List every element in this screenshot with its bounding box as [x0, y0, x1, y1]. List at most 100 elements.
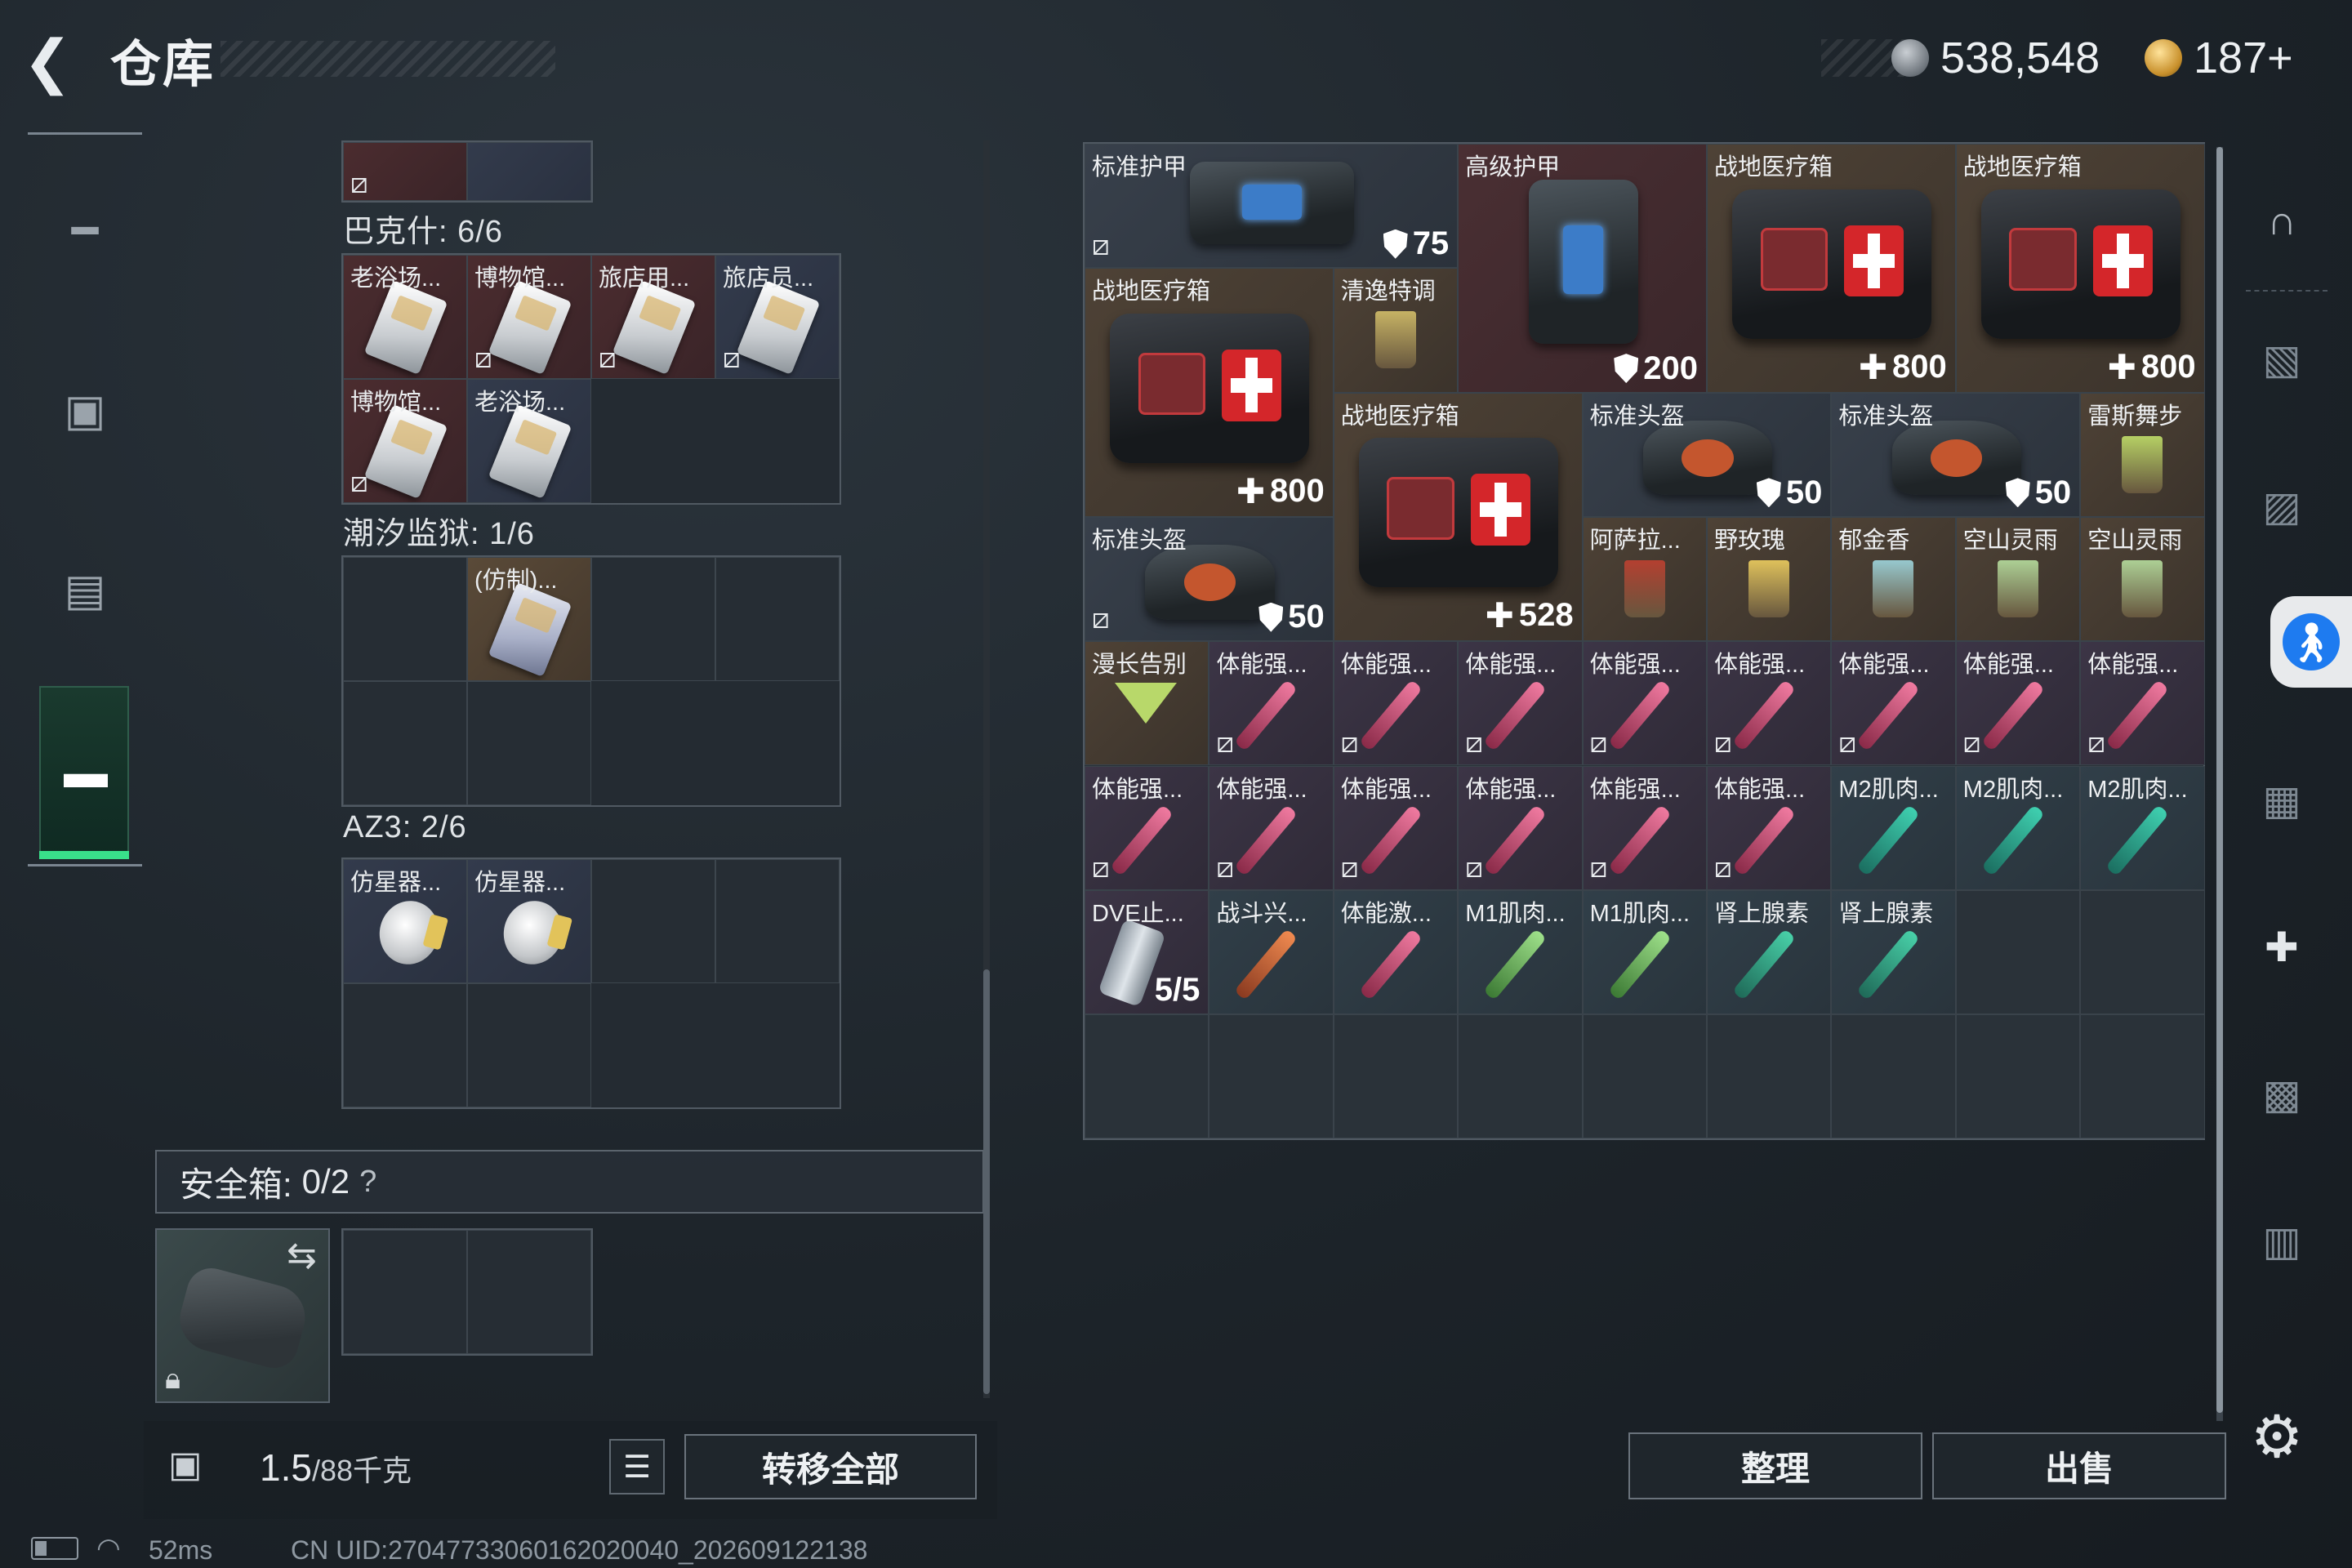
gold-coin-icon [2145, 39, 2182, 77]
empty-slot[interactable] [591, 859, 715, 983]
empty-slot[interactable] [1955, 1014, 2081, 1139]
item-syringe[interactable]: M1肌肉... [1582, 889, 1707, 1015]
item-drink[interactable]: 漫长告别 [1085, 641, 1209, 766]
empty-slot[interactable] [2080, 1014, 2205, 1139]
item-syringe[interactable]: M1肌肉... [1458, 889, 1583, 1015]
nav-weapon[interactable]: ━ [52, 198, 118, 263]
weapon-case-icon[interactable]: ▨ [2241, 466, 2323, 547]
transfer-all-button[interactable]: 转移全部 [684, 1434, 977, 1499]
item-slot[interactable]: 仿星器... [343, 859, 467, 983]
item-standard-helmet[interactable]: 50 标准头盔 [1582, 392, 1832, 517]
item-drink[interactable]: 清逸特调 [1333, 268, 1459, 393]
swap-icon[interactable]: ⇆ [287, 1235, 317, 1276]
item-syringe[interactable]: 体能强... ⧄ [1707, 641, 1832, 766]
backpack-scroll-thumb[interactable] [983, 969, 990, 1394]
accessibility-button[interactable]: 🚶︎ [2270, 596, 2352, 688]
sort-button[interactable]: 整理 [1628, 1432, 1922, 1499]
item-drink[interactable]: 野玫瑰 [1707, 516, 1832, 642]
item-drink[interactable]: 空山灵雨 [2080, 516, 2205, 642]
empty-slot[interactable] [591, 557, 715, 681]
item-syringe[interactable]: 体能强... ⧄ [1458, 765, 1583, 890]
item-slot[interactable]: 仿星器... [467, 859, 591, 983]
item-drink[interactable]: 郁金香 [1831, 516, 1956, 642]
item-syringe[interactable]: 体能激... [1333, 889, 1459, 1015]
item-syringe[interactable]: 体能强... ⧄ [1333, 765, 1459, 890]
item-standard-helmet[interactable]: 50 标准头盔 [1831, 392, 2081, 517]
item-drink[interactable]: 空山灵雨 [1955, 516, 2081, 642]
safe-box-help-button[interactable]: ? [359, 1165, 376, 1200]
item-standard-helmet[interactable]: 50 标准头盔 ⧄ [1085, 516, 1334, 642]
item-standard-armor[interactable]: 75 标准护甲 ⧄ [1085, 144, 1459, 269]
empty-slot[interactable] [1085, 1014, 1209, 1139]
item-syringe[interactable]: 体能强... ⧄ [1333, 641, 1459, 766]
helmet-icon[interactable]: ∩ [2241, 180, 2323, 261]
item-painkiller[interactable]: 5/5 DVE止... [1085, 889, 1209, 1015]
item-syringe[interactable]: 体能强... ⧄ [1582, 641, 1707, 766]
empty-slot[interactable] [467, 681, 591, 805]
item-slot[interactable]: (仿制)... [467, 557, 591, 681]
item-slot[interactable]: 老浴场... [343, 255, 467, 379]
empty-slot[interactable] [467, 1230, 591, 1354]
item-slot[interactable]: 老浴场... [467, 379, 591, 503]
item-syringe[interactable]: 体能强... ⧄ [1085, 765, 1209, 890]
settings-button[interactable]: ⚙ [2244, 1405, 2310, 1470]
item-field-medkit[interactable]: ✚ 800 战地医疗箱 [1955, 144, 2205, 393]
item-advanced-armor[interactable]: 200 高级护甲 [1458, 144, 1707, 393]
currency-gold[interactable]: 187+ [2145, 29, 2293, 87]
nav-toolbox[interactable]: ▬ [39, 686, 129, 858]
item-syringe[interactable]: 体能强... ⧄ [1209, 641, 1334, 766]
empty-slot[interactable] [715, 859, 840, 983]
item-slot[interactable]: 旅店用... ⧄ [591, 255, 715, 379]
nav-vest[interactable]: ▤ [52, 557, 118, 622]
misc-case-icon[interactable]: ▥ [2241, 1200, 2323, 1282]
item-syringe[interactable]: 肾上腺素 [1831, 889, 1956, 1015]
empty-slot[interactable] [1582, 1014, 1707, 1139]
item-syringe[interactable]: 体能强... ⧄ [1955, 641, 2081, 766]
item-slot[interactable]: ⧄ [343, 142, 467, 201]
safe-box-container[interactable]: ⇆ 🔒︎ [155, 1228, 330, 1403]
empty-slot[interactable] [1831, 1014, 1956, 1139]
item-slot[interactable] [467, 142, 591, 201]
key-case-icon[interactable]: ▩ [2241, 1054, 2323, 1135]
item-syringe[interactable]: 体能强... ⧄ [1707, 765, 1832, 890]
item-slot[interactable]: 博物馆... ⧄ [343, 379, 467, 503]
empty-slot[interactable] [467, 983, 591, 1107]
item-syringe[interactable]: 体能强... ⧄ [1582, 765, 1707, 890]
empty-slot[interactable] [1707, 1014, 1832, 1139]
empty-slot[interactable] [2080, 889, 2205, 1015]
item-field-medkit[interactable]: ✚ 800 战地医疗箱 [1707, 144, 1956, 393]
item-syringe[interactable]: 战斗兴... [1209, 889, 1334, 1015]
item-drink[interactable]: 阿萨拉... [1582, 516, 1707, 642]
nav-backpack[interactable]: ▣ [52, 377, 118, 443]
warehouse-scroll-thumb[interactable] [2216, 147, 2223, 1413]
item-syringe[interactable]: 肾上腺素 [1707, 889, 1832, 1015]
empty-slot[interactable] [1955, 889, 2081, 1015]
ammo-case-icon[interactable]: ▦ [2241, 760, 2323, 841]
empty-slot[interactable] [343, 681, 467, 805]
item-field-medkit[interactable]: ✚ 800 战地医疗箱 [1085, 268, 1334, 517]
empty-slot[interactable] [1333, 1014, 1459, 1139]
item-syringe[interactable]: 体能强... ⧄ [2080, 641, 2205, 766]
medical-case-icon[interactable]: ✚ [2241, 906, 2323, 988]
empty-slot[interactable] [1458, 1014, 1583, 1139]
item-drink[interactable]: 雷斯舞步 [2080, 392, 2205, 517]
empty-slot[interactable] [343, 557, 467, 681]
back-button[interactable]: ❮ [23, 29, 88, 95]
item-syringe[interactable]: M2肌肉... [1831, 765, 1956, 890]
empty-slot[interactable] [343, 1230, 467, 1354]
empty-slot[interactable] [343, 983, 467, 1107]
item-syringe[interactable]: 体能强... ⧄ [1209, 765, 1334, 890]
item-syringe[interactable]: M2肌肉... [1955, 765, 2081, 890]
item-slot[interactable]: 博物馆... ⧄ [467, 255, 591, 379]
armor-tier-icon[interactable]: ▧ [2241, 318, 2323, 400]
item-syringe[interactable]: 体能强... ⧄ [1458, 641, 1583, 766]
empty-slot[interactable] [1209, 1014, 1334, 1139]
item-slot[interactable]: 旅店员... ⧄ [715, 255, 840, 379]
item-syringe[interactable]: 体能强... ⧄ [1831, 641, 1956, 766]
weight-max: /88千克 [311, 1454, 412, 1487]
empty-slot[interactable] [715, 557, 840, 681]
sell-button[interactable]: 出售 [1932, 1432, 2226, 1499]
item-syringe[interactable]: M2肌肉... [2080, 765, 2205, 890]
item-field-medkit[interactable]: ✚ 528 战地医疗箱 [1333, 392, 1583, 642]
list-view-button[interactable]: ☰ [609, 1439, 665, 1494]
